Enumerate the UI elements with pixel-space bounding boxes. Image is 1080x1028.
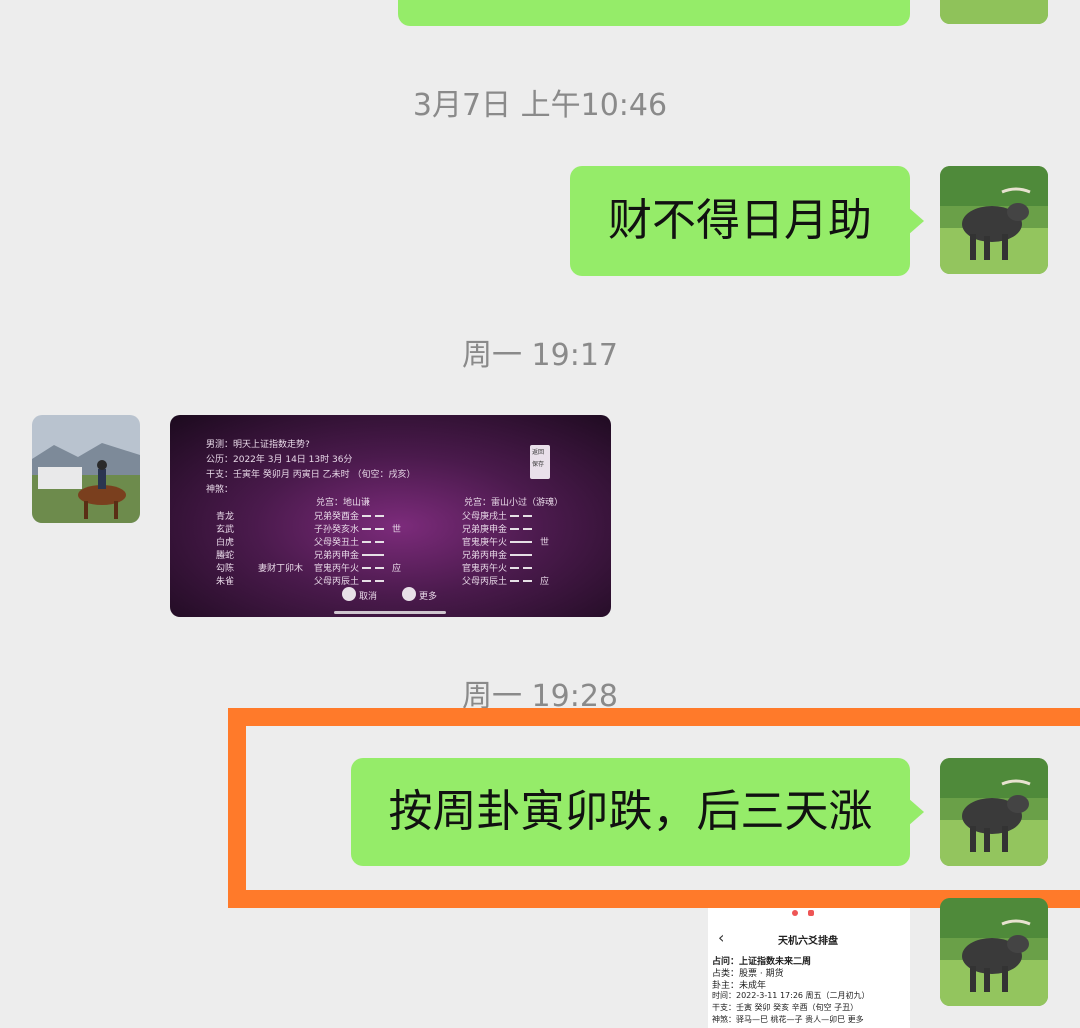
yao-line (510, 554, 532, 556)
yao-line (523, 567, 532, 569)
self-avatar[interactable] (940, 758, 1048, 866)
yao-line (362, 515, 371, 517)
message-bubble[interactable]: 财不得日月助 (570, 166, 924, 276)
yao-line (523, 580, 532, 582)
right-yao: 官鬼丙午火 (462, 564, 508, 574)
left-yao: 兄弟丙申金 (314, 551, 360, 561)
hidden-spirit: 妻财丁卯木 (258, 564, 304, 574)
message-text: 按周卦寅卯跌，后三天涨 (388, 786, 873, 837)
bubble-tail (908, 798, 924, 826)
self-avatar[interactable] (940, 0, 1048, 24)
cancel-button-label: 取消 (359, 592, 378, 602)
yao-line (510, 580, 519, 582)
six-god: 玄武 (216, 525, 235, 535)
six-god: 白虎 (216, 538, 235, 548)
status-dots (808, 910, 814, 916)
date-line: 公历：2022年 3月 14日 13时 36分 (206, 455, 353, 465)
left-yao: 兄弟癸酉金 (314, 512, 360, 522)
header-right: 兑宫：雷山小过（游魂） (464, 498, 564, 508)
image-message[interactable]: 男测：明天上证指数走势? 公历：2022年 3月 14日 13时 36分 干支：… (170, 415, 611, 617)
message-bubble[interactable]: 按周卦寅卯跌，后三天涨 (351, 758, 924, 866)
left-mark: 应 (392, 564, 402, 574)
left-yao: 父母癸丑土 (314, 538, 360, 548)
doc-title: 天机六爻排盘 (778, 936, 838, 947)
doc-row: 干支：壬寅 癸卯 癸亥 辛酉（旬空 子丑） (712, 1003, 859, 1012)
cancel-icon[interactable] (342, 587, 356, 601)
doc-row: 神煞：驿马—巳 桃花—子 贵人—卯巳 更多 (712, 1015, 864, 1024)
yao-line (362, 580, 371, 582)
right-yao: 兄弟庚申金 (462, 525, 508, 535)
six-god: 朱雀 (216, 577, 235, 587)
right-yao: 父母丙辰土 (462, 577, 508, 587)
yao-line (375, 541, 384, 543)
right-yao: 兄弟丙申金 (462, 551, 508, 561)
self-avatar[interactable] (940, 898, 1048, 1006)
right-yao: 父母庚戌土 (462, 512, 508, 522)
chart-buttons: 返回 保存 (530, 445, 550, 479)
self-avatar[interactable] (940, 166, 1048, 274)
image-message[interactable]: ‹ 天机六爻排盘 占问：上证指数未来二周 占类：股票 · 期货 卦主：未成年 时… (708, 908, 910, 1028)
left-yao: 子孙癸亥水 (314, 525, 360, 535)
right-mark: 应 (540, 577, 550, 587)
message-bubble-partial[interactable] (398, 0, 910, 26)
save-button[interactable]: 保存 (532, 459, 544, 468)
bubble-tail (908, 207, 924, 235)
yao-line (362, 541, 371, 543)
contact-avatar[interactable] (32, 415, 140, 523)
back-button[interactable]: 返回 (532, 447, 544, 456)
yao-line (375, 567, 384, 569)
timestamp: 3月7日 上午10:46 (412, 88, 668, 123)
yao-line (510, 567, 519, 569)
message-text: 财不得日月助 (608, 195, 872, 246)
left-yao: 官鬼丙午火 (314, 564, 360, 574)
yao-line (375, 528, 384, 530)
home-indicator (334, 611, 446, 614)
left-yao: 父母丙辰土 (314, 577, 360, 587)
right-yao: 官鬼庚午火 (462, 538, 508, 548)
doc-row: 时间：2022-3-11 17:26 周五（二月初九） (712, 991, 870, 1000)
left-mark: 世 (392, 525, 402, 535)
yao-line (362, 528, 371, 530)
yao-line (510, 528, 519, 530)
timestamp: 周一 19:17 (462, 338, 618, 373)
yao-line (523, 515, 532, 517)
ganzhi-line: 干支：壬寅年 癸卯月 丙寅日 乙未时 （旬空：戌亥） (206, 470, 416, 480)
header-left: 兑宫：地山谦 (316, 498, 371, 508)
six-god: 螣蛇 (216, 551, 235, 561)
more-icon[interactable] (402, 587, 416, 601)
shensha-line: 神煞： (206, 485, 234, 495)
more-button-label: 更多 (419, 592, 438, 602)
question-line: 男测：明天上证指数走势? (206, 440, 310, 450)
six-god: 青龙 (216, 512, 235, 522)
yao-line (375, 580, 384, 582)
back-icon[interactable]: ‹ (718, 928, 724, 947)
yao-line (523, 528, 532, 530)
six-god: 勾陈 (216, 564, 235, 574)
yao-line (510, 515, 519, 517)
right-mark: 世 (540, 538, 550, 548)
yao-line (510, 541, 532, 543)
status-dots (792, 910, 798, 916)
yao-line (362, 567, 371, 569)
yao-line (362, 554, 384, 556)
yao-line (375, 515, 384, 517)
